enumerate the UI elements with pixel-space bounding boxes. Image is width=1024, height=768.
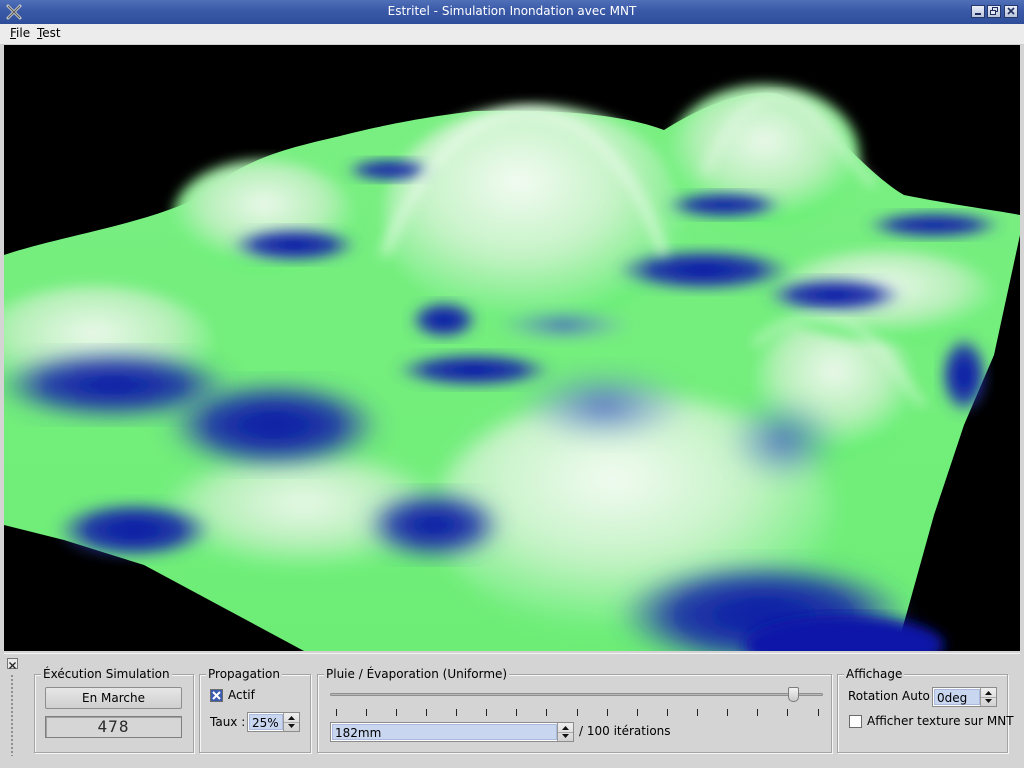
menu-test[interactable]: Test — [35, 26, 63, 40]
restore-button[interactable] — [987, 5, 1001, 18]
execution-group: Éxécution Simulation En Marche 478 — [34, 667, 194, 753]
slider-tick — [577, 709, 578, 716]
rain-legend: Pluie / Évaporation (Uniforme) — [324, 667, 510, 681]
slider-tick — [546, 709, 547, 716]
slider-tick — [456, 709, 457, 716]
slider-tick — [516, 709, 517, 716]
propagation-rate-label: Taux : — [210, 715, 246, 729]
slider-tick — [818, 709, 819, 716]
menu-test-label: est — [42, 26, 61, 40]
execution-legend: Éxécution Simulation — [41, 667, 172, 681]
close-button[interactable] — [1004, 5, 1018, 18]
slider-tick — [486, 709, 487, 716]
slider-tick — [396, 709, 397, 716]
rotation-auto-label: Rotation Auto : — [848, 689, 938, 703]
slider-tick — [366, 709, 367, 716]
menu-file[interactable]: File — [8, 26, 32, 40]
restore-icon — [990, 7, 998, 15]
control-panel: Éxécution Simulation En Marche 478 Propa… — [4, 653, 1020, 765]
slider-tick — [426, 709, 427, 716]
slider-tick — [697, 709, 698, 716]
rain-slider[interactable] — [330, 687, 823, 703]
panel-close-button[interactable] — [7, 658, 18, 669]
close-icon — [1007, 7, 1015, 15]
menu-file-label: ile — [16, 26, 31, 40]
close-icon — [9, 662, 16, 669]
slider-tick — [787, 709, 788, 716]
texture-checkbox[interactable] — [849, 715, 862, 728]
slider-groove — [330, 693, 823, 696]
checkmark-icon — [211, 690, 222, 701]
menu-bar: File Test — [0, 24, 1024, 45]
spin-down-icon[interactable] — [284, 722, 299, 731]
rain-amount-spinbox[interactable]: 182mm — [330, 722, 574, 742]
slider-tick — [757, 709, 758, 716]
display-group: Affichage Rotation Auto : 0deg Afficher … — [837, 667, 1014, 753]
slider-tick — [667, 709, 668, 716]
propagation-legend: Propagation — [206, 667, 282, 681]
slider-handle[interactable] — [788, 687, 799, 702]
slider-ticks — [330, 709, 823, 717]
display-legend: Affichage — [844, 667, 905, 681]
title-bar[interactable]: Estritel - Simulation Inondation avec MN… — [0, 0, 1024, 24]
propagation-active-label: Actif — [228, 688, 255, 702]
iteration-counter-display: 478 — [45, 716, 182, 738]
propagation-group: Propagation Actif Taux : 25% — [199, 667, 311, 753]
minimize-button[interactable] — [971, 5, 985, 18]
propagation-rate-spinbox[interactable]: 25% — [247, 712, 300, 732]
slider-tick — [727, 709, 728, 716]
run-toggle-button[interactable]: En Marche — [45, 687, 182, 709]
rotation-auto-value[interactable]: 0deg — [934, 689, 980, 705]
propagation-active-checkbox[interactable] — [210, 689, 223, 702]
texture-label: Afficher texture sur MNT — [867, 714, 1014, 728]
rain-evaporation-group: Pluie / Évaporation (Uniforme) 182mm / 1… — [317, 667, 832, 753]
spin-down-icon[interactable] — [558, 732, 573, 741]
rain-amount-value[interactable]: 182mm — [332, 724, 557, 740]
rotation-auto-spinbox[interactable]: 0deg — [932, 687, 997, 707]
iterations-suffix-label: / 100 itérations — [579, 724, 671, 738]
terrain-3d-viewport[interactable] — [4, 45, 1020, 651]
window-title: Estritel - Simulation Inondation avec MN… — [387, 4, 637, 18]
spin-down-icon[interactable] — [981, 697, 996, 706]
propagation-rate-value[interactable]: 25% — [249, 714, 283, 730]
minimize-icon — [975, 13, 981, 15]
dock-grip-handle[interactable] — [10, 674, 14, 756]
terrain-render — [4, 85, 1020, 651]
slider-tick — [336, 709, 337, 716]
slider-tick — [637, 709, 638, 716]
slider-tick — [607, 709, 608, 716]
